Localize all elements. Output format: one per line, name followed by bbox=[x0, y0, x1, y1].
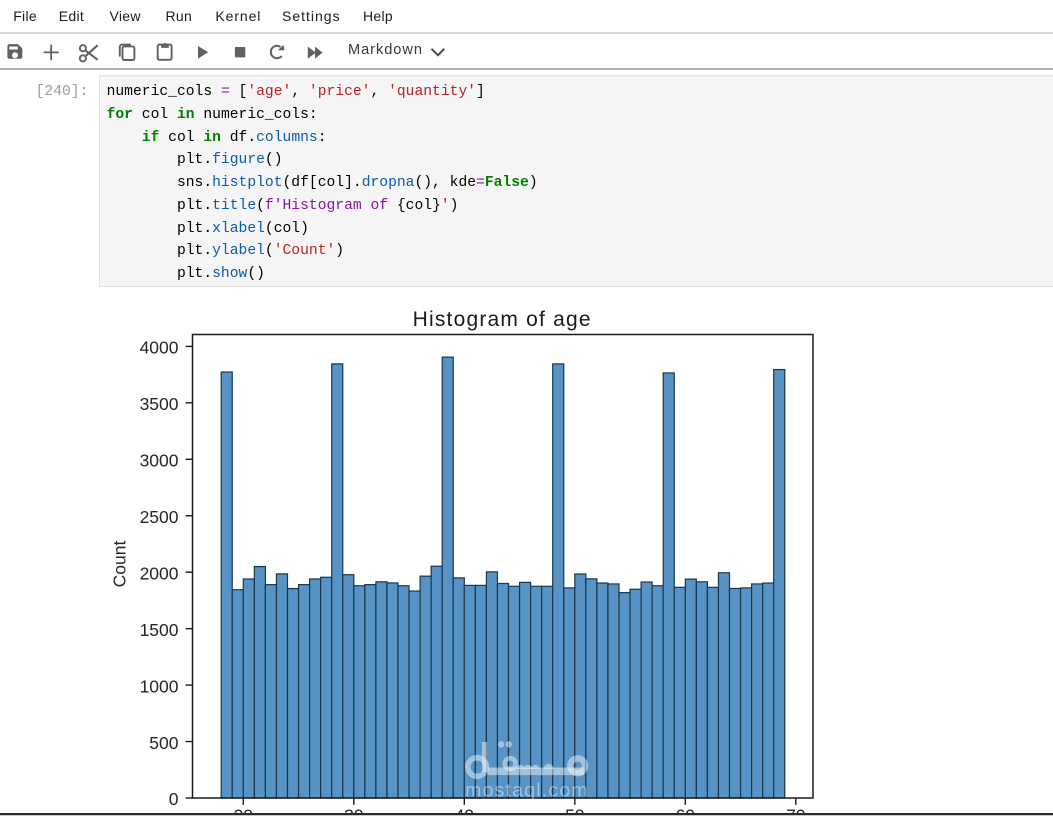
svg-text:Histogram of age: Histogram of age bbox=[413, 308, 592, 331]
svg-text:3500: 3500 bbox=[140, 394, 179, 414]
svg-text:500: 500 bbox=[149, 733, 178, 753]
svg-text:2000: 2000 bbox=[140, 563, 179, 583]
svg-text:1500: 1500 bbox=[140, 620, 179, 640]
svg-text:4000: 4000 bbox=[140, 338, 179, 358]
svg-text:Count: Count bbox=[110, 541, 130, 588]
svg-text:1000: 1000 bbox=[140, 676, 179, 696]
svg-text:3000: 3000 bbox=[140, 451, 179, 471]
svg-text:0: 0 bbox=[169, 789, 179, 809]
svg-text:mostaql.com: mostaql.com bbox=[465, 780, 589, 802]
svg-text:2500: 2500 bbox=[140, 507, 179, 527]
